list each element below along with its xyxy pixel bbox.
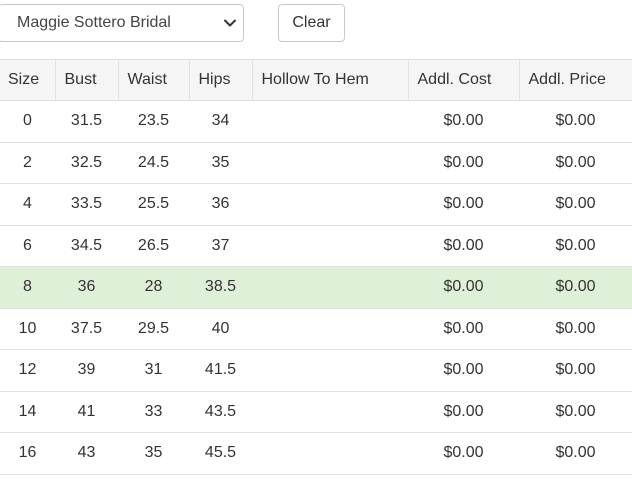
addl-price-cell: $0.00 <box>519 142 632 184</box>
size-cell: 4 <box>0 183 55 226</box>
header-row: Size Bust Waist Hips Hollow To Hem Addl.… <box>0 59 632 101</box>
column-header-hollow-to-hem[interactable]: Hollow To Hem <box>251 59 408 101</box>
addl-price-cell: $0.00 <box>519 183 632 226</box>
column-header-bust[interactable]: Bust <box>54 59 118 101</box>
hips-cell: 40 <box>189 308 252 350</box>
addl-cost-cell: $0.00 <box>408 391 519 433</box>
size-cell: 8 <box>0 266 55 309</box>
hollow-to-hem-cell <box>252 266 408 309</box>
table-row[interactable]: 6 34.5 26.5 37 $0.00 $0.00 <box>0 225 632 267</box>
addl-price-cell: $0.00 <box>519 432 632 475</box>
bust-cell: 37.5 <box>55 308 118 350</box>
size-cell: 16 <box>0 432 55 475</box>
table-row[interactable]: 8 36 28 38.5 $0.00 $0.00 <box>0 266 632 309</box>
hips-cell: 38.5 <box>189 266 252 309</box>
size-cell: 6 <box>0 225 55 267</box>
size-chart-table: Size Bust Waist Hips Hollow To Hem Addl.… <box>0 59 632 475</box>
column-header-hips[interactable]: Hips <box>188 59 252 101</box>
clear-button[interactable]: Clear <box>278 4 345 42</box>
hips-cell: 37 <box>189 225 252 267</box>
waist-cell: 25.5 <box>118 183 189 226</box>
hollow-to-hem-cell <box>252 349 408 392</box>
bust-cell: 33.5 <box>55 183 118 226</box>
bust-cell: 41 <box>55 391 118 433</box>
hollow-to-hem-cell <box>252 142 408 184</box>
column-header-addl-price[interactable]: Addl. Price <box>518 59 632 101</box>
waist-cell: 26.5 <box>118 225 189 267</box>
designer-select[interactable]: Maggie Sottero Bridal <box>0 4 244 42</box>
waist-cell: 33 <box>118 391 189 433</box>
table-header: Size Bust Waist Hips Hollow To Hem Addl.… <box>0 59 632 101</box>
hips-cell: 36 <box>189 183 252 226</box>
column-header-waist[interactable]: Waist <box>117 59 189 101</box>
size-cell: 10 <box>0 308 55 350</box>
table-row[interactable]: 2 32.5 24.5 35 $0.00 $0.00 <box>0 142 632 184</box>
addl-cost-cell: $0.00 <box>408 183 519 226</box>
addl-price-cell: $0.00 <box>519 100 632 143</box>
addl-cost-cell: $0.00 <box>408 142 519 184</box>
column-header-addl-cost[interactable]: Addl. Cost <box>407 59 519 101</box>
bust-cell: 32.5 <box>55 142 118 184</box>
addl-price-cell: $0.00 <box>519 266 632 309</box>
size-cell: 0 <box>0 100 55 143</box>
hollow-to-hem-cell <box>252 432 408 475</box>
addl-cost-cell: $0.00 <box>408 308 519 350</box>
table-row[interactable]: 12 39 31 41.5 $0.00 $0.00 <box>0 349 632 392</box>
bust-cell: 34.5 <box>55 225 118 267</box>
addl-price-cell: $0.00 <box>519 225 632 267</box>
toolbar: Maggie Sottero Bridal Clear <box>0 0 632 58</box>
addl-price-cell: $0.00 <box>519 308 632 350</box>
addl-cost-cell: $0.00 <box>408 432 519 475</box>
waist-cell: 35 <box>118 432 189 475</box>
waist-cell: 31 <box>118 349 189 392</box>
hollow-to-hem-cell <box>252 100 408 143</box>
hips-cell: 43.5 <box>189 391 252 433</box>
addl-price-cell: $0.00 <box>519 391 632 433</box>
waist-cell: 28 <box>118 266 189 309</box>
table-row[interactable]: 10 37.5 29.5 40 $0.00 $0.00 <box>0 308 632 350</box>
hips-cell: 35 <box>189 142 252 184</box>
table-row[interactable]: 14 41 33 43.5 $0.00 $0.00 <box>0 391 632 433</box>
size-cell: 2 <box>0 142 55 184</box>
hips-cell: 34 <box>189 100 252 143</box>
column-header-size[interactable]: Size <box>0 59 55 101</box>
designer-select-value: Maggie Sottero Bridal <box>17 14 171 31</box>
hips-cell: 45.5 <box>189 432 252 475</box>
hollow-to-hem-cell <box>252 308 408 350</box>
addl-price-cell: $0.00 <box>519 349 632 392</box>
addl-cost-cell: $0.00 <box>408 349 519 392</box>
bust-cell: 31.5 <box>55 100 118 143</box>
waist-cell: 24.5 <box>118 142 189 184</box>
chevron-down-icon <box>224 19 236 27</box>
bust-cell: 39 <box>55 349 118 392</box>
bust-cell: 36 <box>55 266 118 309</box>
hollow-to-hem-cell <box>252 225 408 267</box>
addl-cost-cell: $0.00 <box>408 266 519 309</box>
hollow-to-hem-cell <box>252 183 408 226</box>
hips-cell: 41.5 <box>189 349 252 392</box>
size-cell: 12 <box>0 349 55 392</box>
table-body: 0 31.5 23.5 34 $0.00 $0.00 2 32.5 24.5 35 $0.00 $0.… <box>0 100 632 475</box>
hollow-to-hem-cell <box>252 391 408 433</box>
waist-cell: 23.5 <box>118 100 189 143</box>
table-row[interactable]: 0 31.5 23.5 34 $0.00 $0.00 <box>0 100 632 143</box>
table-row[interactable]: 4 33.5 25.5 36 $0.00 $0.00 <box>0 183 632 226</box>
bust-cell: 43 <box>55 432 118 475</box>
waist-cell: 29.5 <box>118 308 189 350</box>
addl-cost-cell: $0.00 <box>408 225 519 267</box>
size-cell: 14 <box>0 391 55 433</box>
table-row[interactable]: 16 43 35 45.5 $0.00 $0.00 <box>0 432 632 475</box>
addl-cost-cell: $0.00 <box>408 100 519 143</box>
